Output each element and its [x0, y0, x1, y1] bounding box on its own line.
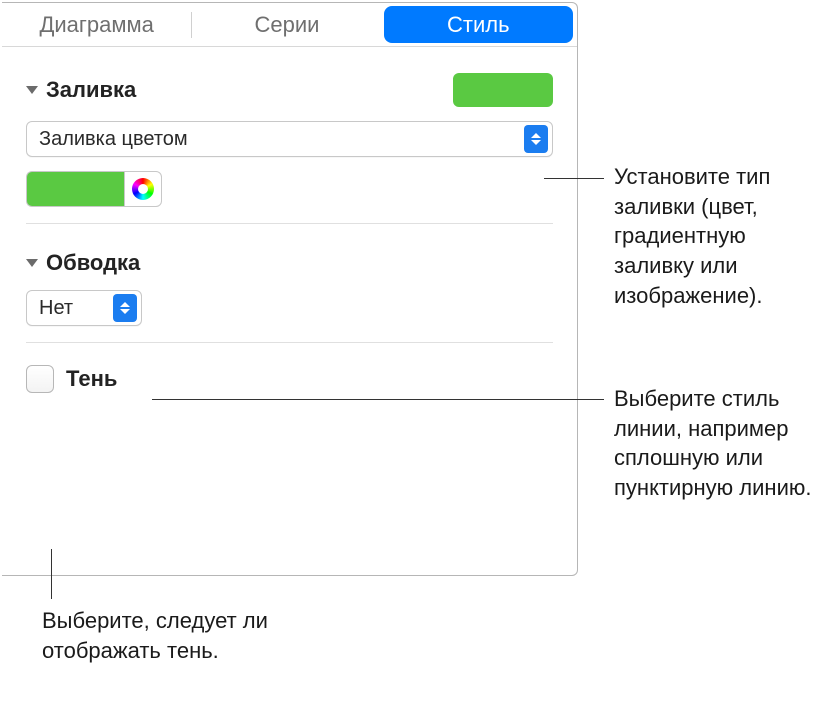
chevron-down-icon	[26, 86, 38, 94]
callout-shadow-text: Выберите, следует ли отображать тень.	[42, 608, 268, 663]
shadow-label: Тень	[66, 366, 117, 392]
tab-diagram[interactable]: Диаграмма	[2, 3, 191, 46]
tab-style[interactable]: Стиль	[384, 6, 573, 43]
fill-section: Заливка Заливка цветом	[2, 47, 577, 223]
color-picker-button[interactable]	[124, 171, 162, 207]
popup-arrows-icon	[524, 125, 548, 153]
callout-fill-text: Установите тип заливки (цвет, градиентну…	[614, 164, 770, 308]
stroke-header[interactable]: Обводка	[26, 240, 553, 290]
fill-header[interactable]: Заливка	[26, 63, 553, 121]
fill-preview-swatch[interactable]	[453, 73, 553, 107]
stroke-style-value: Нет	[39, 297, 73, 320]
callout-stroke: Выберите стиль линии, например сплошную …	[614, 384, 828, 503]
popup-arrows-icon	[113, 294, 137, 322]
callout-leader	[152, 399, 604, 400]
stroke-title: Обводка	[46, 250, 140, 276]
stroke-section: Обводка Нет	[26, 223, 553, 342]
fill-color-well[interactable]	[26, 171, 124, 207]
fill-color-row	[26, 171, 553, 207]
callout-shadow: Выберите, следует ли отображать тень.	[42, 606, 302, 665]
callout-leader	[51, 549, 52, 599]
callout-stroke-text: Выберите стиль линии, например сплошную …	[614, 386, 811, 500]
callout-fill: Установите тип заливки (цвет, градиентну…	[614, 162, 828, 310]
fill-type-value: Заливка цветом	[39, 128, 188, 151]
stroke-style-popup[interactable]: Нет	[26, 290, 142, 326]
style-inspector-panel: Диаграмма Серии Стиль Заливка Заливка цв…	[2, 2, 578, 576]
tab-diagram-label: Диаграмма	[39, 12, 153, 38]
format-tabs: Диаграмма Серии Стиль	[2, 3, 577, 47]
tab-series-label: Серии	[255, 12, 320, 38]
callout-leader	[544, 178, 604, 179]
shadow-checkbox[interactable]	[26, 365, 54, 393]
chevron-down-icon	[26, 259, 38, 267]
shadow-row: Тень	[26, 359, 553, 393]
fill-title: Заливка	[46, 77, 136, 103]
tab-style-label: Стиль	[447, 12, 510, 38]
fill-type-popup[interactable]: Заливка цветом	[26, 121, 553, 157]
tab-series[interactable]: Серии	[192, 3, 381, 46]
color-wheel-icon	[132, 178, 154, 200]
